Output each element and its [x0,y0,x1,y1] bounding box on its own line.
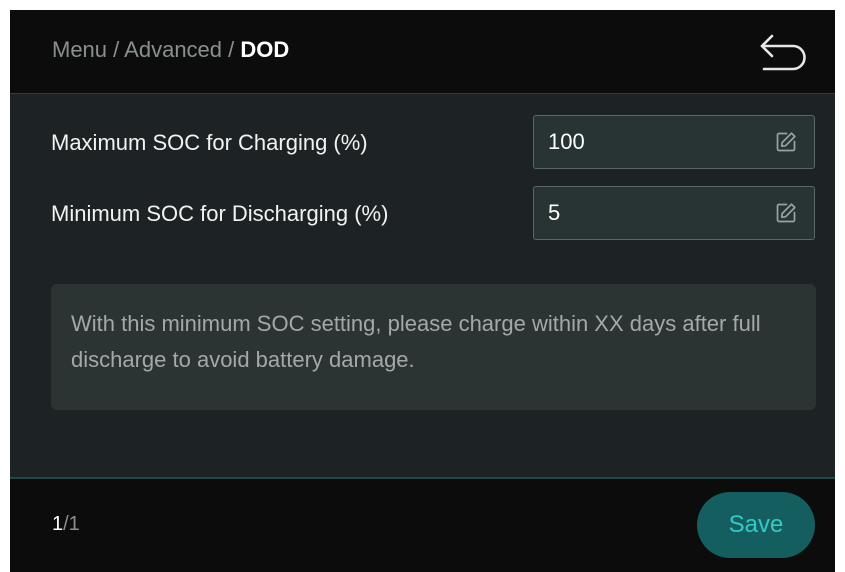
min-soc-input[interactable]: 5 [533,186,815,240]
save-button[interactable]: Save [697,492,815,558]
max-soc-row: Maximum SOC for Charging (%) 100 [51,115,816,171]
device-screen: Menu / Advanced / DOD Maximum SOC for Ch… [10,10,835,572]
notice-text: With this minimum SOC setting, please ch… [71,311,761,372]
min-soc-row: Minimum SOC for Discharging (%) 5 [51,186,816,242]
edit-icon[interactable] [774,130,798,154]
footer-bar: 1/1 Save [10,479,835,572]
settings-content: Maximum SOC for Charging (%) 100 Minimum… [10,94,835,477]
page-total: /1 [63,513,80,535]
breadcrumb-separator: / [107,37,125,62]
page-current: 1 [52,513,64,535]
back-arrow-icon [760,34,806,71]
edit-icon[interactable] [774,201,798,225]
max-soc-input[interactable]: 100 [533,115,815,169]
min-soc-label: Minimum SOC for Discharging (%) [51,201,389,226]
discharge-notice: With this minimum SOC setting, please ch… [51,284,816,410]
breadcrumb-advanced[interactable]: Advanced [124,37,222,62]
breadcrumb-separator: / [222,37,241,62]
min-soc-value: 5 [548,200,561,225]
breadcrumb-current: DOD [240,37,290,62]
page-indicator: 1/1 [52,513,80,536]
max-soc-label: Maximum SOC for Charging (%) [51,130,368,155]
breadcrumb: Menu / Advanced / DOD [52,37,289,63]
breadcrumb-menu[interactable]: Menu [52,37,107,62]
header-bar: Menu / Advanced / DOD [10,10,835,94]
back-button[interactable] [755,30,811,74]
max-soc-value: 100 [548,129,585,154]
